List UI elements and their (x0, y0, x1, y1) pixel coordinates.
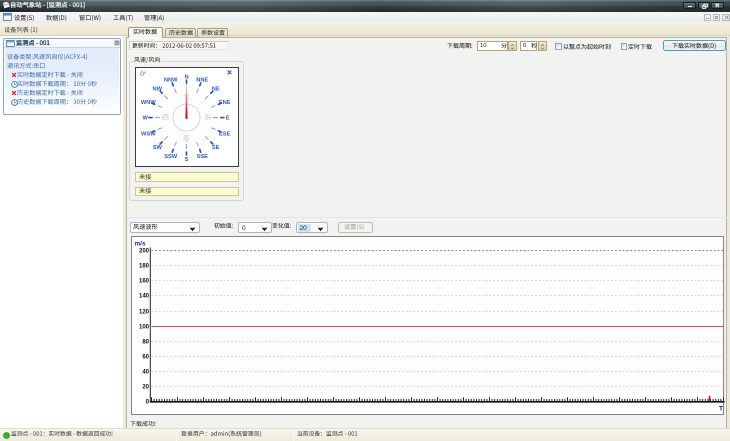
svg-text:ENE: ENE (219, 100, 231, 106)
svg-text:NNE: NNE (196, 77, 208, 83)
svg-text:N: N (184, 74, 188, 80)
svg-text:40: 40 (142, 370, 149, 376)
svg-text:T: T (718, 406, 722, 413)
svg-text:m/s: m/s (134, 241, 145, 248)
svg-text:0: 0 (145, 400, 149, 406)
svg-text:E: E (226, 115, 230, 121)
svg-text:SSW: SSW (164, 154, 178, 160)
svg-text:WSW: WSW (141, 131, 156, 137)
svg-text:100: 100 (138, 325, 149, 331)
svg-text:NNW: NNW (164, 77, 178, 83)
svg-text:SW: SW (153, 145, 163, 151)
svg-text:60: 60 (142, 355, 149, 361)
svg-text:0°: 0° (140, 70, 147, 78)
svg-text:ESE: ESE (219, 131, 231, 137)
svg-text:20: 20 (142, 385, 149, 391)
svg-text:160: 160 (138, 279, 149, 285)
svg-text:NW: NW (152, 86, 162, 92)
svg-text:200: 200 (138, 249, 149, 255)
svg-text:NE: NE (212, 86, 220, 92)
svg-text:80: 80 (142, 340, 149, 346)
svg-text:120: 120 (138, 310, 149, 316)
svg-text:SSE: SSE (196, 154, 208, 160)
svg-text:WNW: WNW (141, 100, 156, 106)
svg-text:W: W (142, 115, 148, 121)
svg-text:180: 180 (138, 264, 149, 270)
svg-text:SE: SE (212, 145, 220, 151)
svg-text:140: 140 (138, 294, 149, 300)
svg-text:S: S (184, 157, 188, 163)
